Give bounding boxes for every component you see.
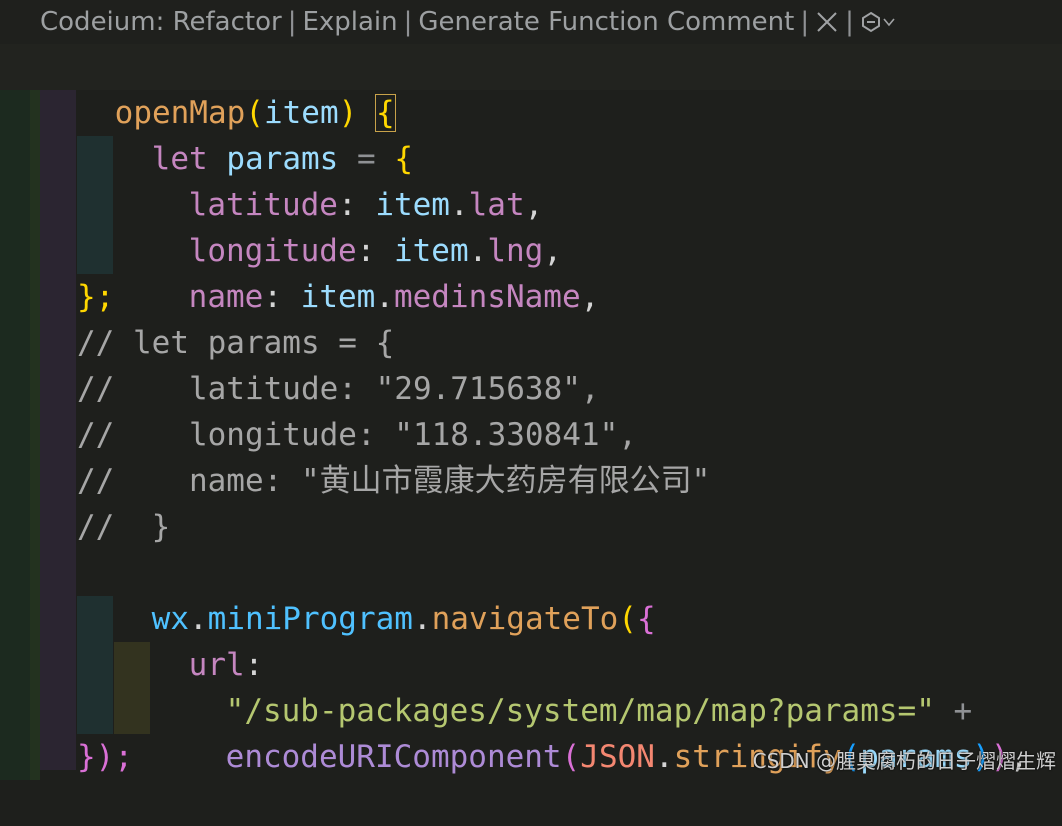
close-icon[interactable] [815, 10, 839, 34]
codeium-logo-icon[interactable] [860, 11, 882, 33]
comment: // longitude: "118.330841", [77, 417, 637, 453]
code-line[interactable]: let params = { [0, 90, 1062, 177]
comment: // let params = { [77, 325, 395, 361]
code-line[interactable]: // longitude: "118.330841", [0, 412, 1062, 458]
code-line[interactable]: openMap(item) { [0, 44, 1062, 132]
codelens-refactor[interactable]: Codeium: Refactor [40, 0, 282, 44]
codelens-separator: | [845, 7, 854, 37]
codelens-generate-comment[interactable]: Generate Function Comment [418, 0, 794, 44]
watermark: CSDN @腥臭腐朽的日子熠熠生辉 [752, 749, 1056, 773]
code-line[interactable]: latitude: item.lat, [0, 136, 1062, 223]
code-line[interactable]: longitude: item.lng, [0, 182, 1062, 269]
code-line[interactable]: // } [0, 504, 1062, 550]
comment: // } [77, 509, 171, 545]
comment: // latitude: "29.715638", [77, 371, 600, 407]
code-line[interactable]: wx.miniProgram.navigateTo({ [0, 550, 1062, 637]
code-line[interactable]: }; [0, 274, 1062, 320]
code-line[interactable]: name: item.medinsName, [0, 228, 1062, 315]
comment: // name: "黄山市霞康大药房有限公司" [77, 463, 711, 499]
chevron-down-icon[interactable] [882, 15, 896, 29]
codelens-separator: | [800, 7, 810, 37]
codelens-separator: | [287, 7, 297, 37]
code-line[interactable]: // name: "黄山市霞康大药房有限公司" [0, 458, 1062, 504]
code-line[interactable]: encodeURIComponent(JSON.stringify(params… [0, 688, 1062, 775]
code-line[interactable]: "/sub-packages/system/map/map?params=" + [0, 642, 1062, 729]
code-line[interactable]: // latitude: "29.715638", [0, 366, 1062, 412]
codelens-explain[interactable]: Explain [302, 0, 397, 44]
closing-brace: }); [77, 739, 133, 775]
codelens-bar: Codeium: Refactor | Explain | Generate F… [0, 0, 1062, 44]
code-line[interactable]: // let params = { [0, 320, 1062, 366]
codelens-separator: | [403, 7, 413, 37]
code-line[interactable]: url: [0, 596, 1062, 683]
closing-brace: }; [77, 279, 115, 315]
